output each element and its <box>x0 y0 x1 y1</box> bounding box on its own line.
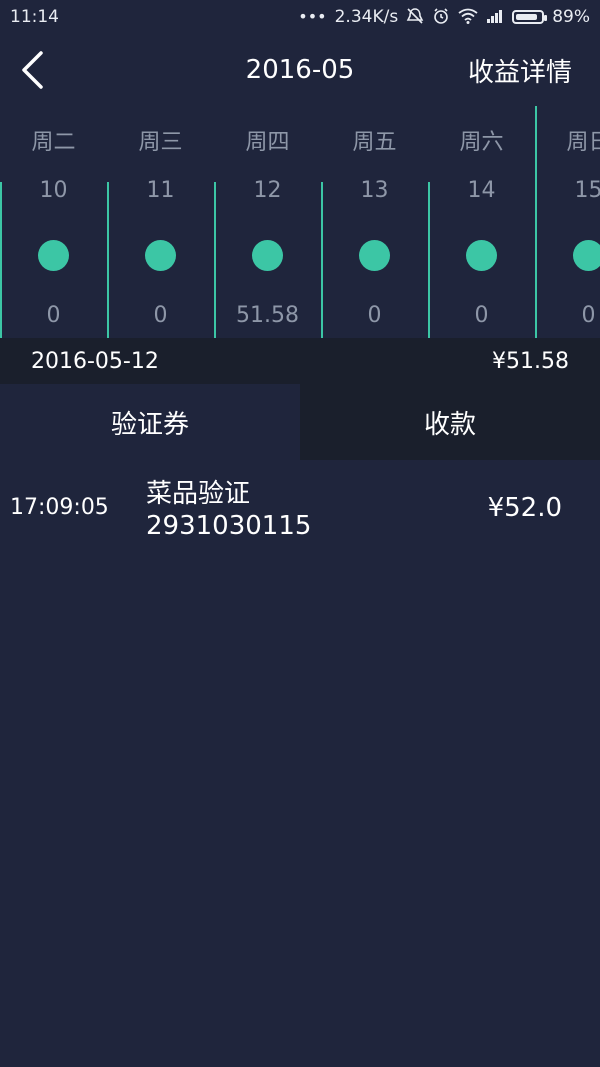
day-number: 13 <box>360 178 389 203</box>
day-amount: 0 <box>46 303 61 328</box>
day-number: 11 <box>146 178 175 203</box>
day-number: 12 <box>253 178 282 203</box>
tab-vouchers[interactable]: 验证券 <box>0 384 300 460</box>
status-bar: 11:14 ••• 2.34K/s 89% <box>0 0 600 34</box>
battery-icon <box>512 10 548 24</box>
mute-icon <box>406 7 424 28</box>
day-column-selected[interactable]: 周四 12 51.58 <box>214 106 321 338</box>
wifi-icon <box>458 8 478 27</box>
record-time: 17:09:05 <box>10 495 109 520</box>
day-amount: 0 <box>474 303 489 328</box>
day-amount: 0 <box>153 303 168 328</box>
weekday-label: 周六 <box>459 130 504 155</box>
weekday-label: 周四 <box>245 130 290 155</box>
day-marker-dot <box>38 240 69 271</box>
day-amount: 0 <box>367 303 382 328</box>
day-marker-dot <box>145 240 176 271</box>
nav-bar: 2016-05 收益详情 <box>0 34 600 106</box>
weekday-label: 周二 <box>31 130 76 155</box>
day-marker-dot <box>252 240 283 271</box>
chevron-left-icon <box>22 51 43 89</box>
day-amount: 51.58 <box>236 303 299 328</box>
alarm-icon <box>432 7 450 28</box>
weekday-label: 周三 <box>138 130 183 155</box>
day-column[interactable]: 周五 13 0 <box>321 106 428 338</box>
record-code: 2931030115 <box>146 511 312 541</box>
tab-bar: 验证券 收款 <box>0 384 600 460</box>
day-column[interactable]: 周六 14 0 <box>428 106 535 338</box>
more-dots-icon: ••• <box>298 7 327 26</box>
daily-total: ¥51.58 <box>492 348 569 374</box>
signal-icon <box>486 9 504 26</box>
day-column[interactable]: 周日 15 0 <box>535 106 600 338</box>
battery-level-fill <box>516 14 538 20</box>
back-button[interactable] <box>12 48 52 92</box>
day-column[interactable]: 周二 10 0 <box>0 106 107 338</box>
list-item[interactable]: 17:09:05 菜品验证 2931030115 ¥52.0 <box>0 460 600 556</box>
record-title: 菜品验证 <box>146 479 251 509</box>
weekday-label: 周日 <box>566 130 600 155</box>
network-speed: 2.34K/s <box>334 7 399 27</box>
status-icons: ••• 2.34K/s 89% <box>298 7 590 28</box>
status-time: 11:14 <box>10 7 59 27</box>
selected-date: 2016-05-12 <box>31 348 159 374</box>
day-number: 15 <box>574 178 600 203</box>
day-marker-dot <box>466 240 497 271</box>
page-title[interactable]: 2016-05 <box>246 55 355 85</box>
week-calendar-strip[interactable]: 周二 10 0 周三 11 0 周四 12 51.58 周五 13 0 周六 1… <box>0 106 600 338</box>
day-marker-dot <box>573 240 600 271</box>
daily-summary-bar: 2016-05-12 ¥51.58 <box>0 338 600 384</box>
earnings-detail-button[interactable]: 收益详情 <box>468 52 572 89</box>
day-marker-dot <box>359 240 390 271</box>
tab-payments[interactable]: 收款 <box>300 384 600 460</box>
day-amount: 0 <box>581 303 596 328</box>
battery-percent: 89% <box>552 7 590 27</box>
day-number: 14 <box>467 178 496 203</box>
weekday-label: 周五 <box>352 130 397 155</box>
day-column[interactable]: 周三 11 0 <box>107 106 214 338</box>
day-number: 10 <box>39 178 68 203</box>
record-amount: ¥52.0 <box>487 493 562 523</box>
